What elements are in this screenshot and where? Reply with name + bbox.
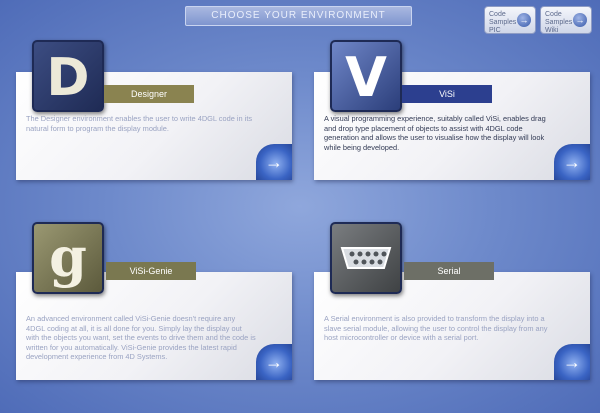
visi-genie-glyph: g <box>49 225 87 289</box>
arrow-right-icon: → <box>573 13 587 27</box>
designer-go-button[interactable]: → <box>256 144 292 180</box>
serial-go-button[interactable]: → <box>554 344 590 380</box>
visi-genie-description: An advanced environment called ViSi-Geni… <box>26 314 256 362</box>
visi-genie-label[interactable]: ViSi-Genie <box>106 262 196 280</box>
visi-go-button[interactable]: → <box>554 144 590 180</box>
arrow-right-icon: → <box>517 13 531 27</box>
visi-panel[interactable]: A visual programming experience, suitabl… <box>314 40 590 180</box>
designer-panel[interactable]: The Designer environment enables the use… <box>16 40 292 180</box>
designer-icon[interactable]: D <box>32 40 104 112</box>
serial-description: A Serial environment is also provided to… <box>324 314 548 343</box>
visi-description: A visual programming experience, suitabl… <box>324 114 546 152</box>
serial-panel[interactable]: A Serial environment is also provided to… <box>314 222 590 380</box>
visi-genie-go-button[interactable]: → <box>256 344 292 380</box>
visi-glyph: V <box>345 46 387 109</box>
visi-genie-panel[interactable]: An advanced environment called ViSi-Geni… <box>16 222 292 380</box>
serial-connector-graphic <box>340 247 392 269</box>
visi-label[interactable]: ViSi <box>402 85 492 103</box>
serial-label[interactable]: Serial <box>404 262 494 280</box>
code-samples-pic-button[interactable]: Code Samples PIC → <box>484 6 536 34</box>
code-samples-wiki-label: Code Samples Wiki <box>545 11 573 34</box>
code-samples-wiki-button[interactable]: Code Samples Wiki → <box>540 6 592 34</box>
designer-description: The Designer environment enables the use… <box>26 114 253 133</box>
serial-port-icon[interactable] <box>330 222 402 294</box>
designer-label[interactable]: Designer <box>104 85 194 103</box>
visi-genie-icon[interactable]: g <box>32 222 104 294</box>
visi-icon[interactable]: V <box>330 40 402 112</box>
environment-title: CHOOSE YOUR ENVIRONMENT <box>185 6 412 26</box>
designer-glyph: D <box>46 48 90 108</box>
code-samples-pic-label: Code Samples PIC <box>489 11 517 34</box>
